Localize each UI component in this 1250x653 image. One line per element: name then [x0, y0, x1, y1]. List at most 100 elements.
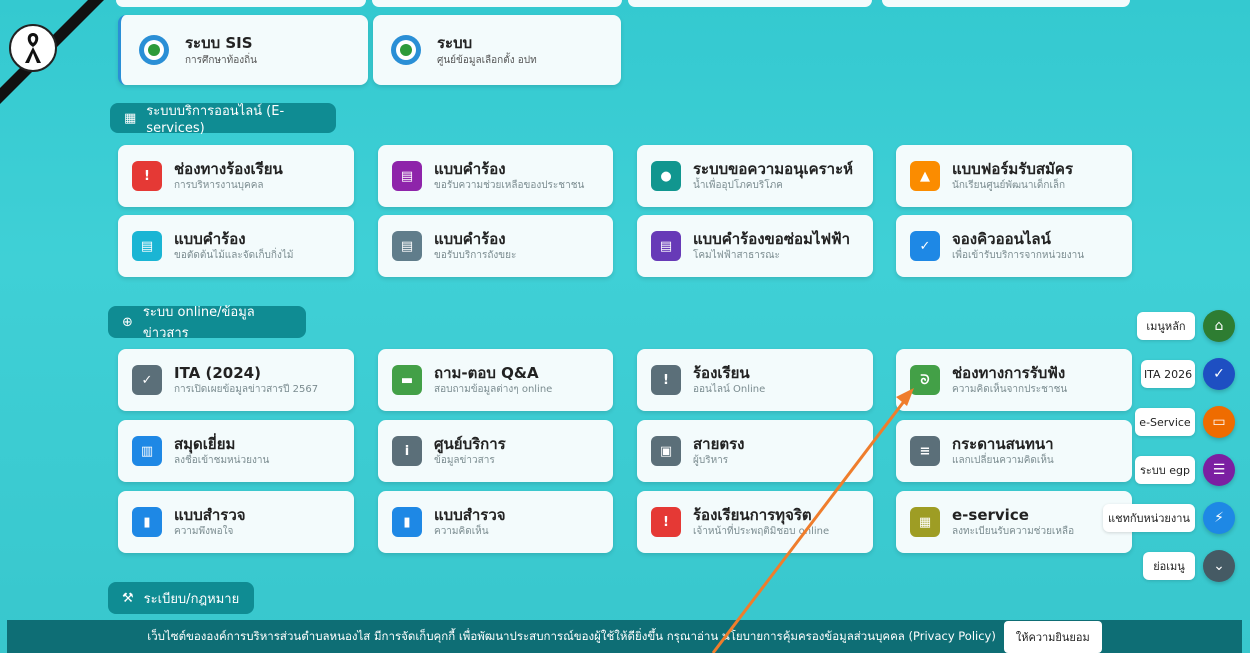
- card-title: ศูนย์บริการ: [434, 434, 506, 453]
- card-subtitle: ขอรับบริการถังขยะ: [434, 249, 517, 261]
- cookie-accept-button[interactable]: ให้ความยินยอม: [1003, 620, 1102, 653]
- poll-icon: ▮: [132, 507, 162, 537]
- card-title: ระบบ SIS: [185, 33, 253, 52]
- card-subtitle: ขอตัดต้นไม้และจัดเก็บกิ่งไม้: [174, 249, 294, 261]
- water-drop-icon: ●: [651, 161, 681, 191]
- section-law-header: ⚒ ระเบียบ/กฎหมาย: [108, 582, 254, 614]
- card-partial: [372, 0, 622, 7]
- card-subtitle: แลกเปลี่ยนความคิดเห็น: [952, 454, 1054, 466]
- card-partial: [628, 0, 872, 7]
- calendar-check-icon: ✓: [910, 231, 940, 261]
- card-title: กระดานสนทนา: [952, 434, 1054, 453]
- card-subtitle: ความคิดเห็น: [434, 525, 489, 537]
- poll-icon: ▮: [392, 507, 422, 537]
- document-icon: ▤: [392, 161, 422, 191]
- book-icon: ▥: [132, 436, 162, 466]
- badge-check-icon[interactable]: ✓: [1203, 358, 1235, 390]
- card-title: แบบคำร้อง: [174, 229, 246, 248]
- mourning-ribbon: [0, 0, 110, 110]
- card-title: ระบบขอความอนุเคราะห์: [693, 159, 854, 178]
- card-title: ถาม-ตอบ Q&A: [434, 363, 539, 382]
- org-logo-icon: [139, 35, 169, 65]
- online-card[interactable]: ✓ ITA (2024) การเปิดเผยข้อมูลข่าวสารปี 256…: [118, 349, 354, 411]
- monitor-icon[interactable]: ▭: [1203, 406, 1235, 438]
- float-menu-label[interactable]: แชทกับหน่วยงาน: [1103, 504, 1195, 532]
- grid-icon: ▦: [124, 110, 137, 126]
- card-title: แบบคำร้องขอซ่อมไฟฟ้า: [693, 229, 851, 248]
- card-partial: [882, 0, 1130, 7]
- contact-card-icon: ▣: [651, 436, 681, 466]
- cookie-consent-bar: เว็บไซต์ขององค์การบริหารส่วนตำบลหนองไส ม…: [7, 620, 1242, 653]
- online-card[interactable]: ▣ สายตรง ผู้บริหาร: [637, 420, 873, 482]
- info-icon: i: [392, 436, 422, 466]
- online-card[interactable]: ▬ ถาม-ตอบ Q&A สอบถามข้อมูลต่างๆ online: [378, 349, 613, 411]
- card-title: ร้องเรียน: [693, 363, 750, 382]
- eservice-card[interactable]: ▤ แบบคำร้อง ขอตัดต้นไม้และจัดเก็บกิ่งไม้: [118, 215, 354, 277]
- online-card[interactable]: ▮ แบบสำรวจ ความคิดเห็น: [378, 491, 613, 553]
- float-menu-label[interactable]: e-Service: [1135, 408, 1195, 436]
- card-title: แบบคำร้อง: [434, 229, 506, 248]
- ear-icon: ᘐ: [910, 365, 940, 395]
- online-card[interactable]: ▮ แบบสำรวจ ความพึงพอใจ: [118, 491, 354, 553]
- online-card[interactable]: ≡ กระดานสนทนา แลกเปลี่ยนความคิดเห็น: [896, 420, 1132, 482]
- section-online-header: ⊕ ระบบ online/ข้อมูลข่าวสาร: [108, 305, 306, 341]
- home-icon[interactable]: ⌂: [1203, 310, 1235, 342]
- online-card[interactable]: ! ร้องเรียน ออนไลน์ Online: [637, 349, 873, 411]
- org-logo-icon: [391, 35, 421, 65]
- warning-icon: !: [132, 161, 162, 191]
- card-subtitle: นักเรียนศูนย์พัฒนาเด็กเล็ก: [952, 179, 1066, 191]
- card-title: สมุดเยี่ยม: [174, 434, 236, 453]
- card-title: e-service: [952, 505, 1029, 524]
- online-card[interactable]: ᘐ ช่องทางการรับฟัง ความคิดเห็นจากประชาชน: [896, 349, 1132, 411]
- graduation-cap-icon: ▲: [910, 161, 940, 191]
- card-subtitle: เพื่อเข้ารับบริการจากหน่วยงาน: [952, 249, 1085, 261]
- eservice-card[interactable]: ! ช่องทางร้องเรียน การบริหารงานบุคคล: [118, 145, 354, 207]
- black-ribbon-icon: [9, 24, 57, 72]
- election-data-card[interactable]: ระบบ ศูนย์ข้อมูลเลือกตั้ง อปท: [373, 15, 621, 85]
- online-card[interactable]: i ศูนย์บริการ ข้อมูลข่าวสาร: [378, 420, 613, 482]
- card-subtitle: ลงชื่อเข้าชมหน่วยงาน: [174, 454, 270, 466]
- online-card[interactable]: ! ร้องเรียนการทุจริต เจ้าหน้าที่ประพฤติมิช…: [637, 491, 873, 553]
- card-subtitle: การศึกษาท้องถิ่น: [185, 54, 258, 66]
- document-icon: ▤: [392, 231, 422, 261]
- grid-icon: ▦: [910, 507, 940, 537]
- card-subtitle: ผู้บริหาร: [693, 454, 729, 466]
- eservice-card[interactable]: ▲ แบบฟอร์มรับสมัคร นักเรียนศูนย์พัฒนาเด็กเ…: [896, 145, 1132, 207]
- eservice-card[interactable]: ● ระบบขอความอนุเคราะห์ น้ำเพื่ออุปโภคบริโภ…: [637, 145, 873, 207]
- card-subtitle: ขอรับความช่วยเหลือของประชาชน: [434, 179, 585, 191]
- section-eservices-header: ▦ ระบบบริการออนไลน์ (E-services): [110, 103, 336, 136]
- eservice-card[interactable]: ▤ แบบคำร้องขอซ่อมไฟฟ้า โคมไฟฟ้าสาธารณะ: [637, 215, 873, 277]
- eservice-card[interactable]: ▤ แบบคำร้อง ขอรับบริการถังขยะ: [378, 215, 613, 277]
- float-menu-label[interactable]: ITA 2026: [1141, 360, 1195, 388]
- card-subtitle: ออนไลน์ Online: [693, 383, 766, 395]
- card-subtitle: ความพึงพอใจ: [174, 525, 234, 537]
- card-title: สายตรง: [693, 434, 745, 453]
- card-subtitle: ลงทะเบียนรับความช่วยเหลือ: [952, 525, 1075, 537]
- card-subtitle: โคมไฟฟ้าสาธารณะ: [693, 249, 780, 261]
- list-icon[interactable]: ☰: [1203, 454, 1235, 486]
- badge-check-icon: ✓: [132, 365, 162, 395]
- message-icon: ≡: [910, 436, 940, 466]
- messenger-icon[interactable]: ⚡: [1203, 502, 1235, 534]
- online-card[interactable]: ▥ สมุดเยี่ยม ลงชื่อเข้าชมหน่วยงาน: [118, 420, 354, 482]
- card-subtitle: ความคิดเห็นจากประชาชน: [952, 383, 1068, 395]
- warning-icon: !: [651, 507, 681, 537]
- globe-icon: ⊕: [122, 314, 133, 330]
- float-menu-label[interactable]: เมนูหลัก: [1137, 312, 1195, 340]
- card-subtitle: การบริหารงานบุคคล: [174, 179, 264, 191]
- eservice-card[interactable]: ▤ แบบคำร้อง ขอรับความช่วยเหลือของประชาชน: [378, 145, 613, 207]
- float-menu-label[interactable]: ย่อเมนู: [1143, 552, 1195, 580]
- section-title: ระเบียบ/กฎหมาย: [143, 591, 240, 607]
- card-title: ช่องทางร้องเรียน: [174, 159, 283, 178]
- float-menu-label[interactable]: ระบบ egp: [1135, 456, 1195, 484]
- gavel-icon: ⚒: [122, 590, 134, 606]
- card-title: แบบฟอร์มรับสมัคร: [952, 159, 1073, 178]
- eservice-card[interactable]: ✓ จองคิวออนไลน์ เพื่อเข้ารับบริการจากหน่วย…: [896, 215, 1132, 277]
- card-subtitle: ศูนย์ข้อมูลเลือกตั้ง อปท: [437, 54, 537, 66]
- online-card[interactable]: ▦ e-service ลงทะเบียนรับความช่วยเหลือ: [896, 491, 1132, 553]
- card-title: ระบบ: [437, 33, 473, 52]
- chat-icon: ▬: [392, 365, 422, 395]
- card-subtitle: น้ำเพื่ออุปโภคบริโภค: [693, 179, 783, 191]
- sis-system-card[interactable]: ระบบ SIS การศึกษาท้องถิ่น: [118, 15, 368, 85]
- chevron-down-icon[interactable]: ⌄: [1203, 550, 1235, 582]
